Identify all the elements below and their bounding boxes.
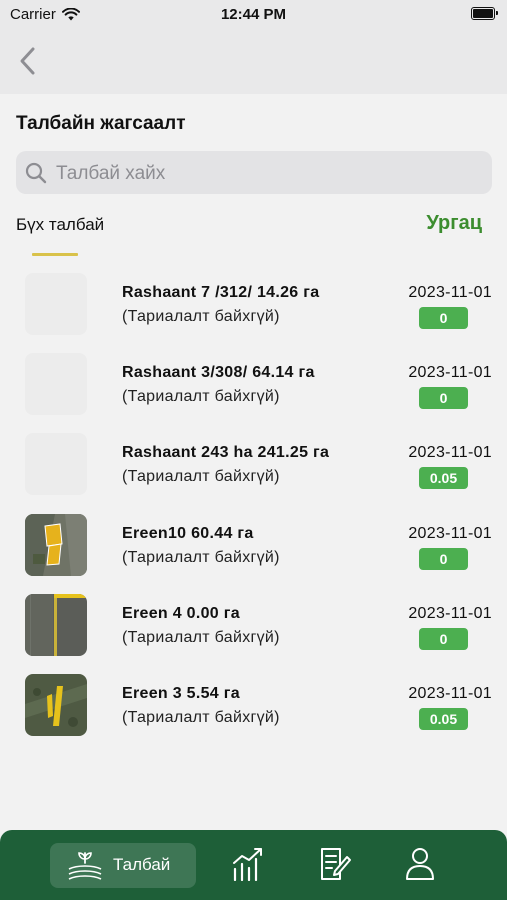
tab-fields-label: Талбай — [113, 855, 171, 874]
field-name: Ereen10 60.44 га — [122, 525, 254, 542]
field-name: Ereen 4 0.00 га — [122, 605, 240, 622]
tab-profile[interactable] — [405, 847, 435, 886]
navigation-bar — [0, 30, 507, 94]
field-name: Ereen 3 5.54 га — [122, 685, 240, 702]
list-item[interactable]: Rashaant 7 /312/ 14.26 га (Тариалалт бай… — [0, 240, 507, 335]
chart-icon — [233, 848, 262, 882]
back-button[interactable] — [16, 44, 42, 78]
field-name: Rashaant 3/308/ 64.14 га — [122, 364, 315, 381]
filter-all-fields[interactable]: Бүх талбай — [16, 215, 104, 235]
search-bar[interactable] — [16, 151, 492, 196]
battery-icon — [471, 7, 498, 20]
tab-statistics[interactable] — [232, 847, 264, 886]
filter-crop[interactable]: Ургац — [426, 212, 482, 235]
field-thumbnail — [25, 674, 87, 736]
search-icon — [25, 162, 47, 184]
field-plant-icon — [68, 852, 102, 880]
field-date: 2023-11-01 — [408, 605, 492, 622]
search-input[interactable] — [54, 151, 478, 196]
field-name: Rashaant 243 ha 241.25 га — [122, 444, 330, 461]
list-item[interactable]: Rashaant 3/308/ 64.14 га (Тариалалт байх… — [0, 320, 507, 415]
list-item[interactable]: Ereen 3 5.54 га (Тариалалт байхгүй) 2023… — [0, 641, 507, 736]
field-list: Rashaant 7 /312/ 14.26 га (Тариалалт бай… — [0, 240, 507, 830]
yield-badge: 0.05 — [419, 708, 468, 730]
user-icon — [406, 848, 434, 880]
list-item[interactable]: Ereen10 60.44 га (Тариалалт байхгүй) 202… — [0, 481, 507, 576]
field-date: 2023-11-01 — [408, 364, 492, 381]
clock: 12:44 PM — [220, 6, 287, 23]
list-item[interactable]: Rashaant 243 ha 241.25 га (Тариалалт бай… — [0, 400, 507, 495]
bottom-tab-bar: Талбай — [0, 830, 507, 900]
page-title: Талбайн жагсаалт — [16, 113, 186, 134]
chevron-left-icon — [20, 47, 35, 75]
document-edit-icon — [321, 848, 351, 880]
field-status: (Тариалалт байхгүй) — [122, 709, 280, 726]
list-item[interactable]: Ereen 4 0.00 га (Тариалалт байхгүй) 2023… — [0, 561, 507, 656]
field-date: 2023-11-01 — [408, 685, 492, 702]
field-date: 2023-11-01 — [408, 525, 492, 542]
field-date: 2023-11-01 — [408, 284, 492, 301]
status-bar: Carrier 12:44 PM — [0, 0, 507, 30]
tab-reports[interactable] — [318, 847, 352, 886]
field-date: 2023-11-01 — [408, 444, 492, 461]
field-name: Rashaant 7 /312/ 14.26 га — [122, 284, 320, 301]
tab-fields[interactable]: Талбай — [50, 843, 196, 888]
